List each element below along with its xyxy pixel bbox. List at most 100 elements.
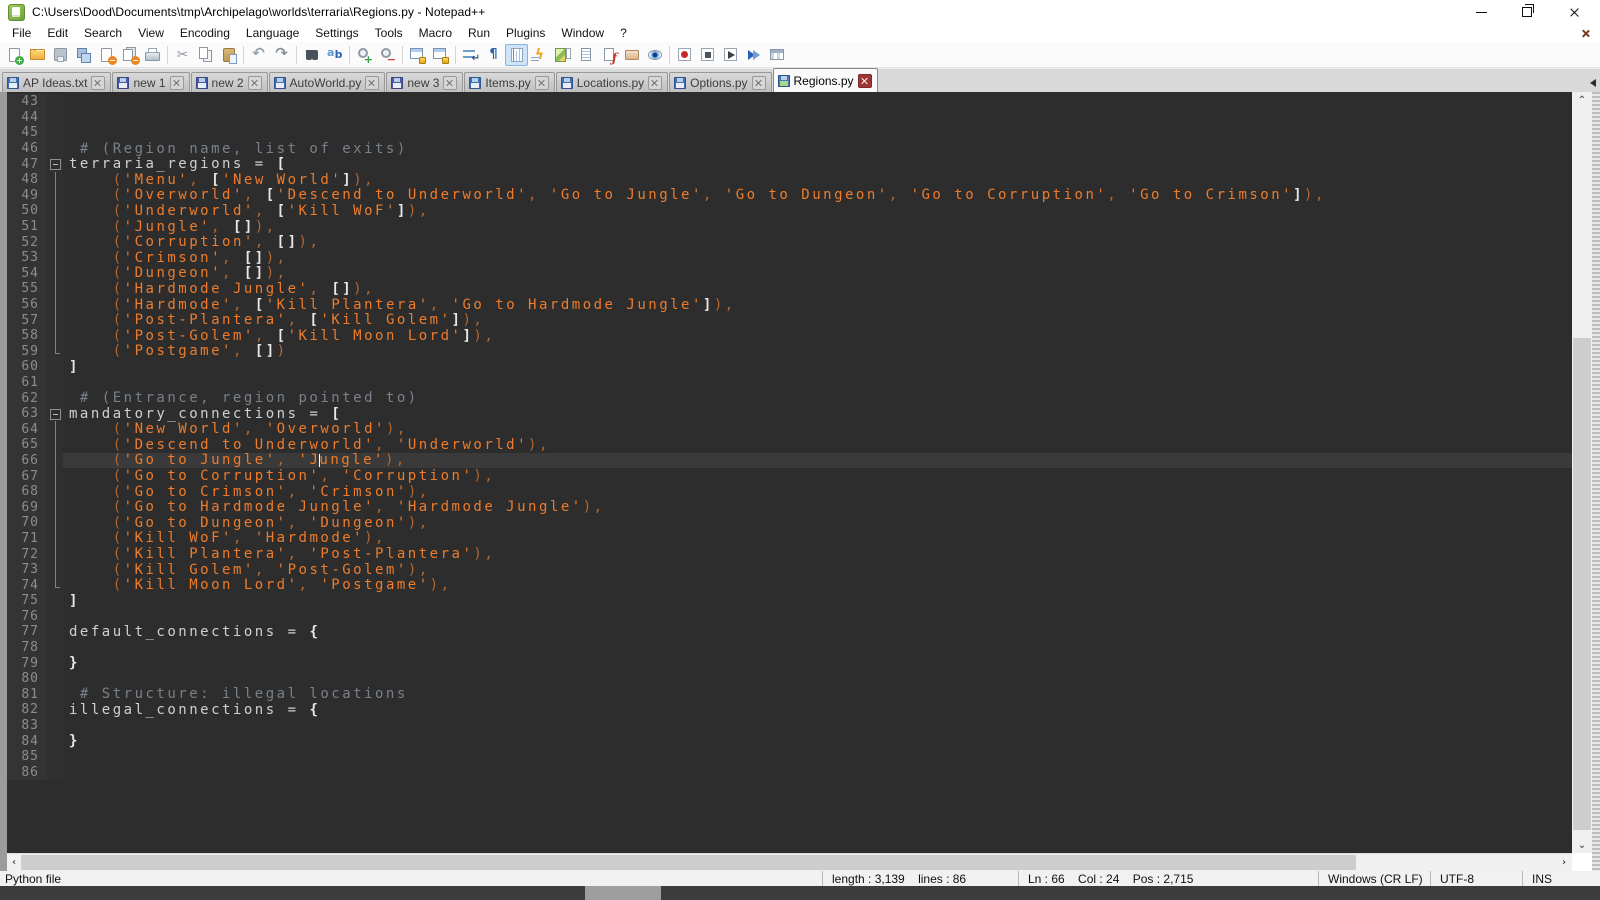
- code-line-58[interactable]: 58 ('Post-Golem', ['Kill Moon Lord']),: [7, 328, 1572, 344]
- code-line-46[interactable]: 46 # (Region name, list of exits): [7, 141, 1572, 157]
- code-line-79[interactable]: 79}: [7, 655, 1572, 671]
- menu-item-help[interactable]: ?: [612, 25, 635, 41]
- code-line-44[interactable]: 44: [7, 110, 1572, 126]
- status-insert-mode[interactable]: INS: [1522, 871, 1566, 886]
- save-file-icon[interactable]: [49, 44, 72, 66]
- code-line-63[interactable]: 63mandatory_connections = [: [7, 406, 1572, 422]
- zoom-in-icon[interactable]: [353, 44, 376, 66]
- code-line-61[interactable]: 61: [7, 375, 1572, 391]
- close-all-icon[interactable]: [118, 44, 141, 66]
- redo-icon[interactable]: [270, 44, 293, 66]
- code-line-82[interactable]: 82illegal_connections = {: [7, 702, 1572, 718]
- code-line-66[interactable]: 66 ('Go to Jungle', 'Jungle'),: [7, 453, 1572, 469]
- code-line-60[interactable]: 60]: [7, 359, 1572, 375]
- status-eol-format[interactable]: Windows (CR LF): [1318, 871, 1430, 886]
- document-list-icon[interactable]: [574, 44, 597, 66]
- code-line-69[interactable]: 69 ('Go to Hardmode Jungle', 'Hardmode J…: [7, 499, 1572, 515]
- horizontal-scrollbar[interactable]: ‹ ›: [7, 853, 1572, 871]
- menu-item-settings[interactable]: Settings: [307, 25, 366, 41]
- tab-scroll-left-icon[interactable]: [1590, 79, 1596, 87]
- code-line-72[interactable]: 72 ('Kill Plantera', 'Post-Plantera'),: [7, 546, 1572, 562]
- code-line-71[interactable]: 71 ('Kill WoF', 'Hardmode'),: [7, 531, 1572, 547]
- tab-close-icon[interactable]: [648, 76, 662, 90]
- tab-close-icon[interactable]: [170, 76, 184, 90]
- code-line-62[interactable]: 62 # (Entrance, region pointed to): [7, 390, 1572, 406]
- replace-icon[interactable]: [323, 44, 346, 66]
- code-line-51[interactable]: 51 ('Jungle', []),: [7, 219, 1572, 235]
- code-line-73[interactable]: 73 ('Kill Golem', 'Post-Golem'),: [7, 562, 1572, 578]
- tab-locations-py[interactable]: Locations.py: [556, 72, 668, 92]
- indent-guide-icon[interactable]: [505, 44, 528, 66]
- play-macro-icon[interactable]: [719, 44, 742, 66]
- code-line-64[interactable]: 64 ('New World', 'Overworld'),: [7, 421, 1572, 437]
- menu-item-encoding[interactable]: Encoding: [172, 25, 238, 41]
- code-line-52[interactable]: 52 ('Corruption', []),: [7, 234, 1572, 250]
- code-line-85[interactable]: 85: [7, 749, 1572, 765]
- status-encoding[interactable]: UTF-8: [1430, 871, 1522, 886]
- tab-close-icon[interactable]: [248, 76, 262, 90]
- vertical-scrollbar[interactable]: ⌃ ⌄: [1572, 92, 1592, 853]
- minimize-button[interactable]: [1470, 0, 1492, 24]
- scroll-left-icon[interactable]: ‹: [7, 854, 21, 871]
- document-map-icon[interactable]: [551, 44, 574, 66]
- code-line-84[interactable]: 84}: [7, 733, 1572, 749]
- code-line-76[interactable]: 76: [7, 609, 1572, 625]
- menu-item-language[interactable]: Language: [238, 25, 307, 41]
- show-all-characters-icon[interactable]: [482, 44, 505, 66]
- sync-vertical-scroll-icon[interactable]: [406, 44, 429, 66]
- code-line-65[interactable]: 65 ('Descend to Underworld', 'Underworld…: [7, 437, 1572, 453]
- code-line-49[interactable]: 49 ('Overworld', ['Descend to Underworld…: [7, 188, 1572, 204]
- code-line-54[interactable]: 54 ('Dungeon', []),: [7, 266, 1572, 282]
- code-line-57[interactable]: 57 ('Post-Plantera', ['Kill Golem']),: [7, 312, 1572, 328]
- fold-collapse-icon[interactable]: [47, 156, 63, 172]
- menu-item-macro[interactable]: Macro: [411, 25, 460, 41]
- menu-item-search[interactable]: Search: [76, 25, 130, 41]
- vertical-scrollbar-thumb[interactable]: [1573, 338, 1591, 830]
- find-icon[interactable]: [300, 44, 323, 66]
- scroll-down-icon[interactable]: ⌄: [1572, 837, 1592, 853]
- tab-options-py[interactable]: Options.py: [669, 72, 771, 92]
- scroll-up-icon[interactable]: ⌃: [1572, 92, 1592, 108]
- code-line-86[interactable]: 86: [7, 765, 1572, 781]
- code-line-75[interactable]: 75]: [7, 593, 1572, 609]
- menu-item-view[interactable]: View: [130, 25, 172, 41]
- code-line-45[interactable]: 45: [7, 125, 1572, 141]
- zoom-out-icon[interactable]: [376, 44, 399, 66]
- code-line-81[interactable]: 81 # Structure: illegal locations: [7, 687, 1572, 703]
- code-line-70[interactable]: 70 ('Go to Dungeon', 'Dungeon'),: [7, 515, 1572, 531]
- code-line-48[interactable]: 48 ('Menu', ['New World']),: [7, 172, 1572, 188]
- code-line-77[interactable]: 77default_connections = {: [7, 624, 1572, 640]
- close-button[interactable]: [1563, 0, 1585, 24]
- tab-close-icon[interactable]: [443, 76, 457, 90]
- tab-close-icon[interactable]: [535, 76, 549, 90]
- horizontal-scrollbar-thumb[interactable]: [21, 855, 1356, 870]
- paste-icon[interactable]: [217, 44, 240, 66]
- code-line-43[interactable]: 43: [7, 94, 1572, 110]
- print-icon[interactable]: [141, 44, 164, 66]
- menu-item-run[interactable]: Run: [460, 25, 498, 41]
- code-line-55[interactable]: 55 ('Hardmode Jungle', []),: [7, 281, 1572, 297]
- menu-item-window[interactable]: Window: [553, 25, 612, 41]
- cut-icon[interactable]: [171, 44, 194, 66]
- save-macro-icon[interactable]: [765, 44, 788, 66]
- function-list-icon[interactable]: [528, 44, 551, 66]
- tab-autoworld-py[interactable]: AutoWorld.py: [269, 72, 386, 92]
- code-editor[interactable]: 43444546 # (Region name, list of exits) 4…: [7, 92, 1572, 853]
- code-line-53[interactable]: 53 ('Crimson', []),: [7, 250, 1572, 266]
- monitoring-icon[interactable]: [643, 44, 666, 66]
- code-line-59[interactable]: 59 ('Postgame', []): [7, 344, 1572, 360]
- word-wrap-icon[interactable]: [459, 44, 482, 66]
- code-line-56[interactable]: 56 ('Hardmode', ['Kill Plantera', 'Go to…: [7, 297, 1572, 313]
- tab-close-icon[interactable]: [91, 76, 105, 90]
- sync-horizontal-scroll-icon[interactable]: [429, 44, 452, 66]
- restore-button[interactable]: [1516, 0, 1538, 24]
- code-line-83[interactable]: 83: [7, 718, 1572, 734]
- tab-ap-ideas-txt[interactable]: AP Ideas.txt: [2, 72, 111, 92]
- code-line-50[interactable]: 50 ('Underworld', ['Kill WoF']),: [7, 203, 1572, 219]
- menu-item-plugins[interactable]: Plugins: [498, 25, 553, 41]
- tab-close-icon[interactable]: [365, 76, 379, 90]
- file-browser-icon[interactable]: [597, 44, 620, 66]
- code-line-78[interactable]: 78: [7, 640, 1572, 656]
- tab-new-2[interactable]: new 2: [191, 72, 268, 92]
- menu-item-tools[interactable]: Tools: [367, 25, 411, 41]
